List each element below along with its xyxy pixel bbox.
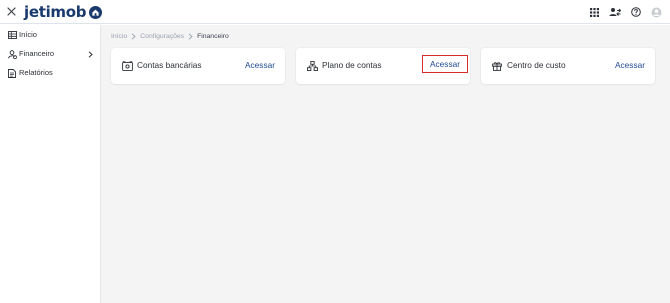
top-bar: jetimob [0, 0, 670, 24]
user-finance-icon [7, 49, 17, 59]
breadcrumb-link-configuracoes[interactable]: Configurações [140, 33, 184, 40]
apps-grid-icon [590, 7, 599, 17]
switch-account-icon [609, 7, 621, 16]
close-icon [7, 7, 16, 16]
card-acessar-link[interactable]: Acessar [245, 59, 275, 71]
card-title: Contas bancárias [137, 60, 202, 70]
logo[interactable]: jetimob [24, 2, 103, 22]
user-avatar-button[interactable] [651, 5, 662, 19]
chevron-right-icon [86, 49, 94, 59]
breadcrumb-current: Financeiro [197, 32, 229, 40]
chevron-right-icon [188, 32, 193, 40]
apps-grid-button[interactable] [590, 5, 599, 19]
card-centro-de-custo: Centro de custo Acessar [481, 48, 655, 84]
gift-box-icon [491, 60, 503, 72]
card-plano-de-contas: Plano de contas Acessar [296, 48, 470, 84]
user-avatar-icon [651, 7, 662, 17]
sidebar-item-relatorios[interactable]: Relatórios [0, 65, 100, 81]
sidebar-item-label: Financeiro [19, 49, 55, 58]
header-actions [580, 5, 662, 19]
sidebar-item-label: Relatórios [19, 68, 53, 77]
help-button[interactable] [631, 5, 641, 19]
hierarchy-icon [306, 60, 318, 72]
card-title: Centro de custo [507, 60, 566, 70]
card-acessar-link[interactable]: Acessar [422, 55, 468, 73]
breadcrumb-link-inicio[interactable]: Início [111, 33, 127, 40]
document-icon [7, 68, 17, 78]
sidebar: Início Financeiro Relatórios [0, 25, 101, 303]
sidebar-item-inicio[interactable]: Início [0, 27, 100, 43]
chevron-right-icon [131, 32, 136, 40]
switch-account-button[interactable] [609, 5, 621, 19]
help-icon [631, 7, 641, 17]
main-content: Início Configurações Financeiro Contas b… [101, 25, 670, 303]
logo-home-icon [89, 5, 103, 19]
close-menu-button[interactable] [5, 5, 18, 18]
card-acessar-link[interactable]: Acessar [615, 59, 645, 71]
breadcrumb: Início Configurações Financeiro [111, 30, 229, 42]
sidebar-item-label: Início [19, 30, 37, 39]
card-contas-bancarias: Contas bancárias Acessar [111, 48, 285, 84]
bank-account-icon [121, 60, 133, 72]
logo-text: jetimob [24, 3, 87, 21]
table-icon [7, 30, 17, 40]
sidebar-item-financeiro[interactable]: Financeiro [0, 46, 100, 62]
card-title: Plano de contas [322, 60, 382, 70]
